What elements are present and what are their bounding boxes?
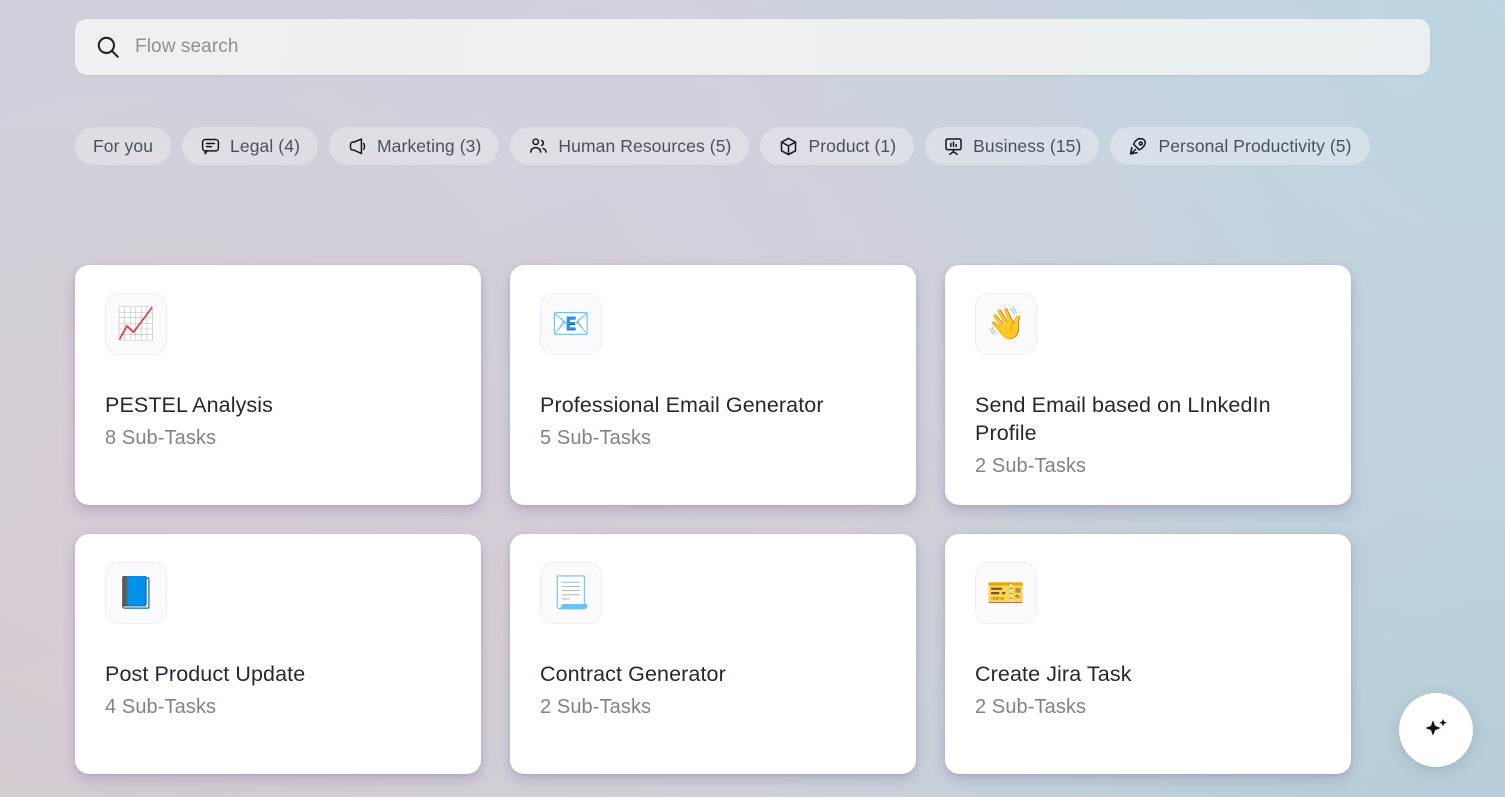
blue-book-icon: 📘 xyxy=(105,562,167,624)
filter-chip-list: For you Legal (4) Marketing (3) Human Resou… xyxy=(75,127,1435,165)
users-icon xyxy=(530,137,548,153)
sparkles-icon xyxy=(1425,718,1447,736)
filter-chip[interactable]: Business (15) xyxy=(925,127,1100,165)
rocket-icon xyxy=(1130,137,1147,155)
ai-assistant-button[interactable] xyxy=(1399,693,1473,767)
flow-library-page: For you Legal (4) Marketing (3) Human Resou… xyxy=(0,0,1505,797)
flow-card-title: PESTEL Analysis xyxy=(105,393,273,417)
filter-chip[interactable]: Human Resources (5) xyxy=(510,127,750,165)
filter-chip[interactable]: Product (1) xyxy=(760,127,915,165)
flow-card[interactable]: 📈 PESTEL Analysis 8 Sub-Tasks xyxy=(75,265,481,505)
cube-icon xyxy=(781,137,797,155)
filter-chip-label: Personal Productivity (5) xyxy=(1158,135,1352,156)
filter-chip-label: Legal (4) xyxy=(230,135,300,156)
flow-card-subtask-count: 2 Sub-Tasks xyxy=(540,696,652,718)
search-icon xyxy=(97,36,119,58)
search-bar[interactable] xyxy=(75,19,1430,75)
flow-card[interactable]: 🎫 Create Jira Task 2 Sub-Tasks xyxy=(945,534,1351,774)
flow-card-grid: 📈 PESTEL Analysis 8 Sub-Tasks 📧 Professional… xyxy=(75,265,1352,774)
flow-card[interactable]: 📃 Contract Generator 2 Sub-Tasks xyxy=(510,534,916,774)
waving-hand-icon: 👋 xyxy=(975,293,1037,355)
filter-chip-label: Business (15) xyxy=(973,135,1082,156)
filter-chip[interactable]: For you xyxy=(75,127,172,165)
megaphone-icon xyxy=(349,137,366,154)
filter-chip-label: Product (1) xyxy=(808,135,897,156)
search-bar-container xyxy=(75,19,1430,75)
flow-card-subtask-count: 2 Sub-Tasks xyxy=(975,696,1087,718)
flow-card-subtask-count: 4 Sub-Tasks xyxy=(105,696,217,718)
ticket-icon: 🎫 xyxy=(975,562,1037,624)
email-icon: 📧 xyxy=(540,293,602,355)
flow-card-title: Send Email based on LInkedIn Profile xyxy=(975,393,1271,445)
flow-card[interactable]: 👋 Send Email based on LInkedIn Profile 2 S… xyxy=(945,265,1351,505)
search-input[interactable] xyxy=(135,36,1410,58)
page-with-curl-icon: 📃 xyxy=(540,562,602,624)
flow-card-title: Create Jira Task xyxy=(975,662,1132,686)
flow-card-subtask-count: 8 Sub-Tasks xyxy=(105,427,217,449)
flow-card-title: Professional Email Generator xyxy=(540,393,824,417)
flow-card-title: Contract Generator xyxy=(540,662,726,686)
flow-card-subtask-count: 5 Sub-Tasks xyxy=(540,427,652,449)
filter-chip[interactable]: Marketing (3) xyxy=(329,127,500,165)
filter-chip-label: For you xyxy=(93,135,154,156)
chat-bubble-icon xyxy=(201,138,220,154)
flow-card-title: Post Product Update xyxy=(105,662,306,686)
filter-chip[interactable]: Personal Productivity (5) xyxy=(1110,127,1370,165)
filter-chip[interactable]: Legal (4) xyxy=(182,127,318,165)
flow-card[interactable]: 📘 Post Product Update 4 Sub-Tasks xyxy=(75,534,481,774)
flow-card-subtask-count: 2 Sub-Tasks xyxy=(975,455,1087,477)
presentation-chart-icon xyxy=(945,137,962,155)
filter-chip-label: Human Resources (5) xyxy=(558,135,732,156)
filter-chip-label: Marketing (3) xyxy=(377,135,482,156)
chart-increasing-icon: 📈 xyxy=(105,293,167,355)
flow-card[interactable]: 📧 Professional Email Generator 5 Sub-Tasks xyxy=(510,265,916,505)
